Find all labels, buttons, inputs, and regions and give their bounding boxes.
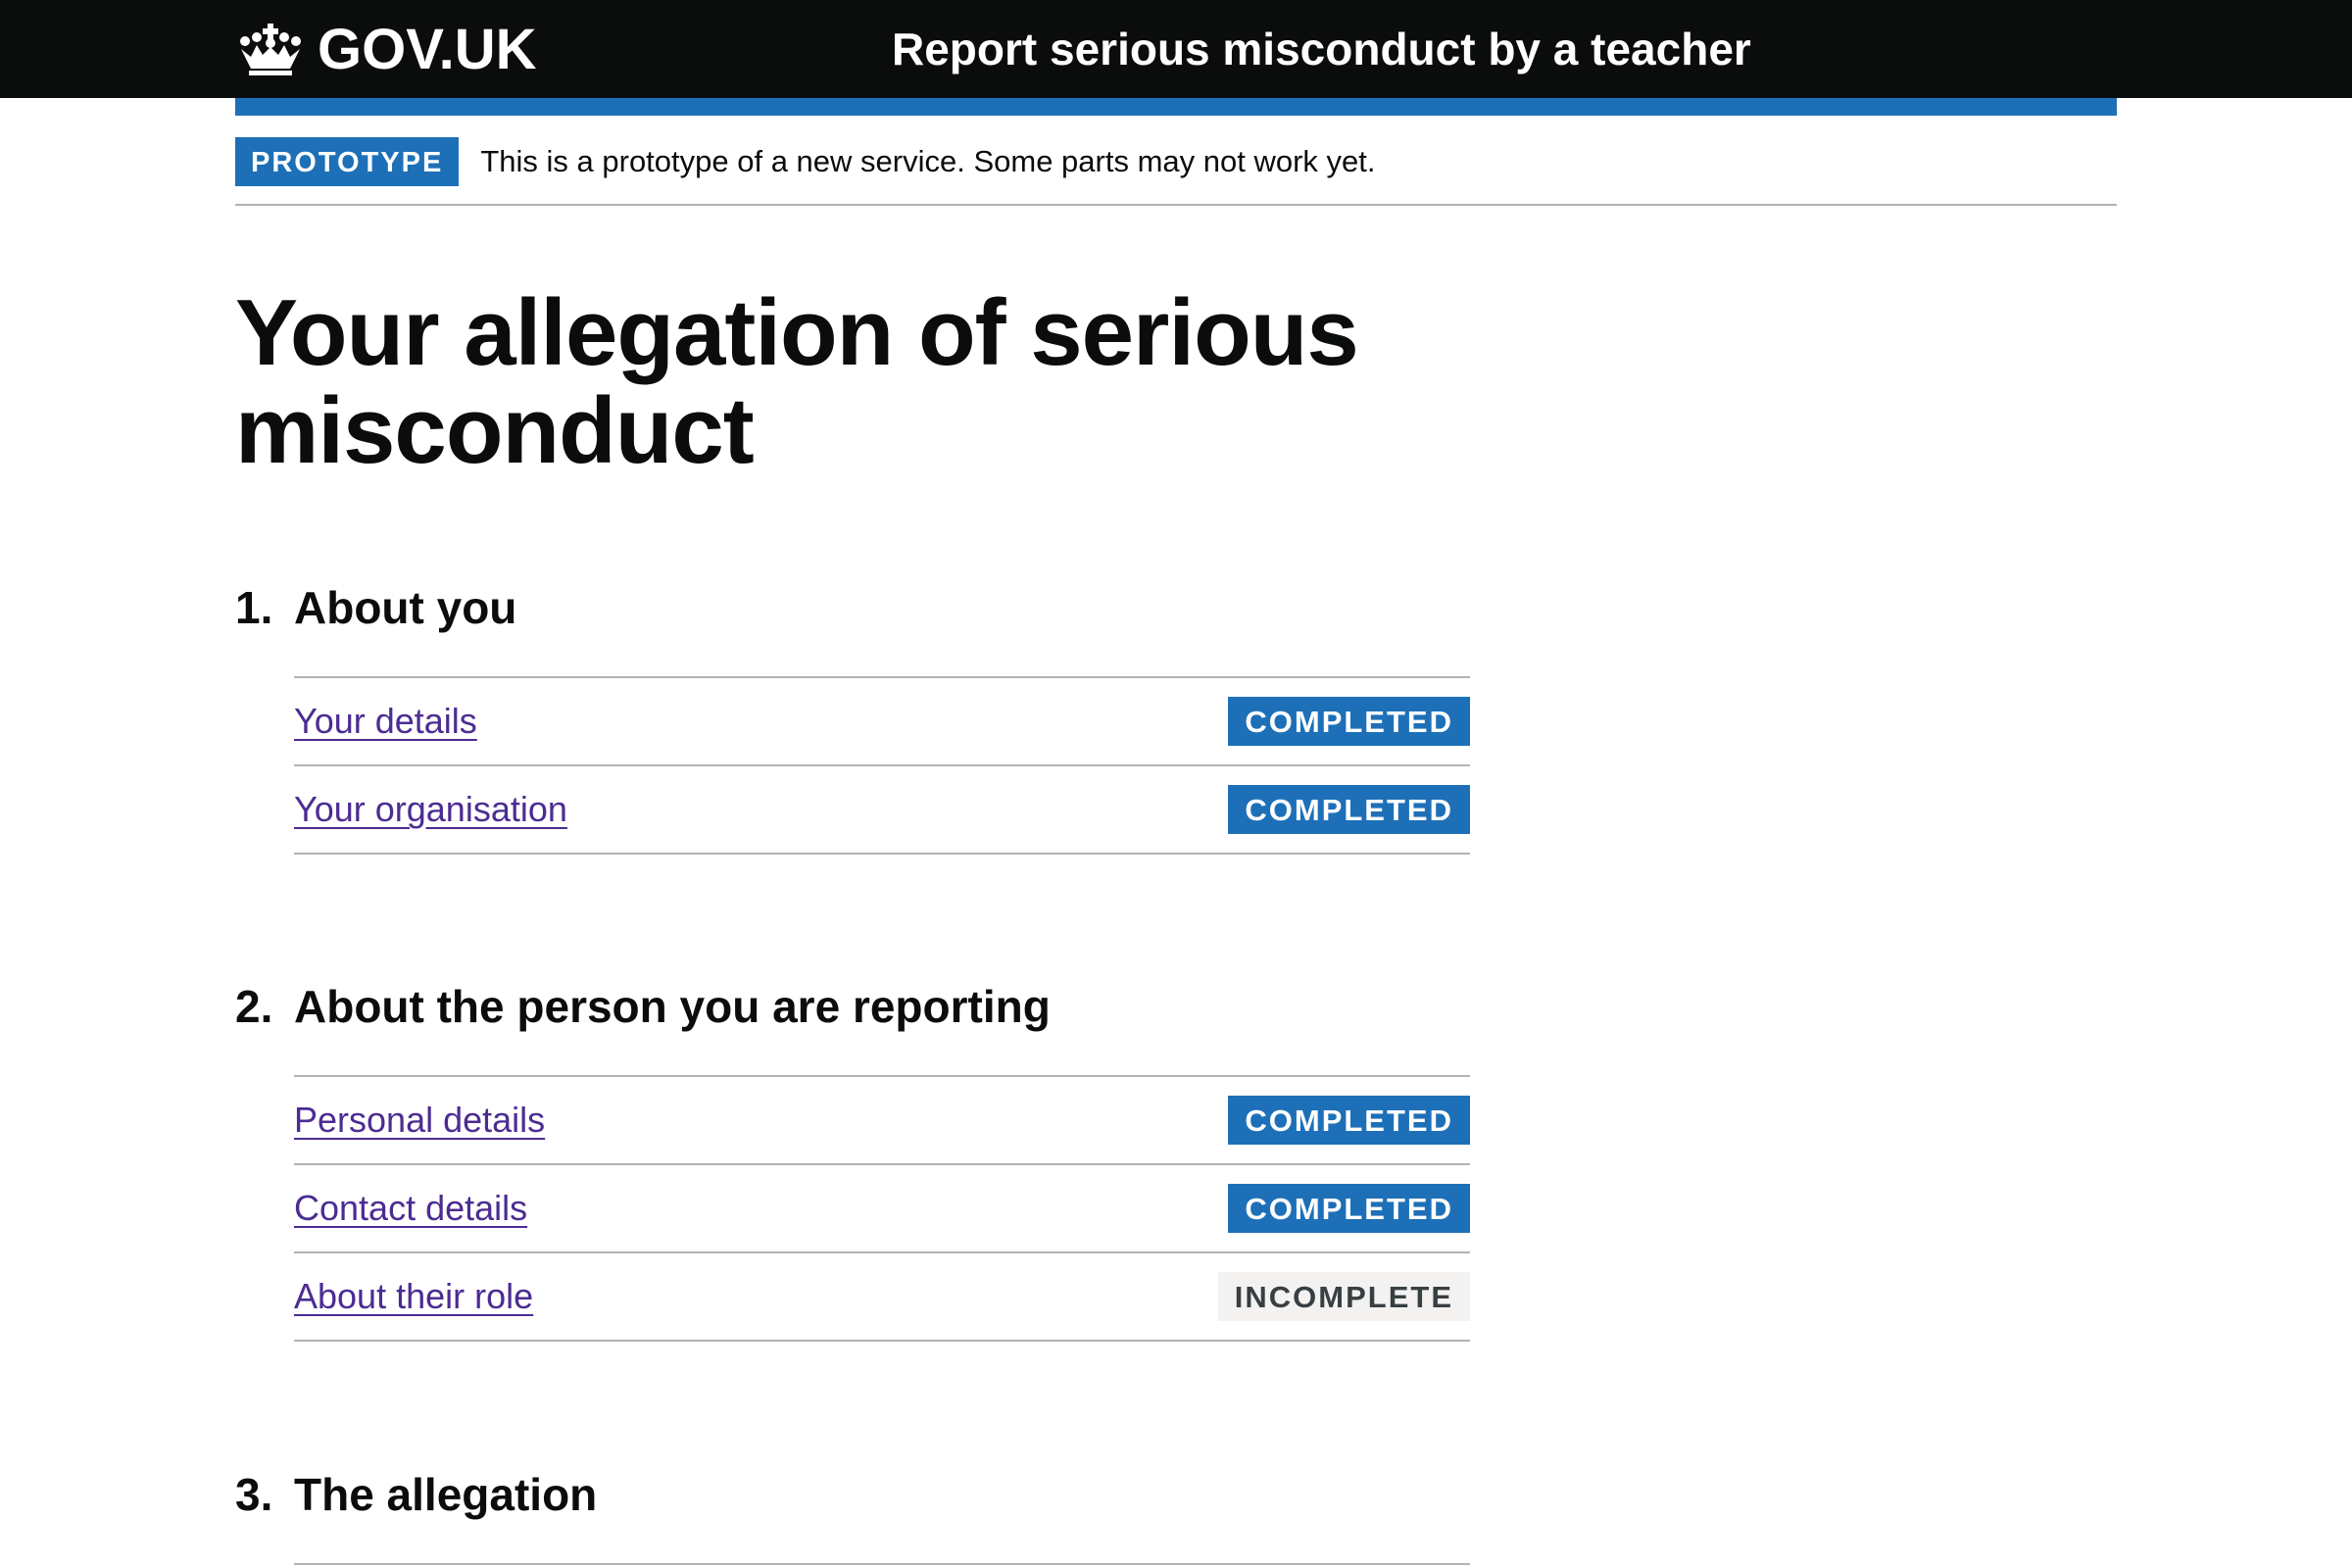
site-header: GOV.UK Report serious misconduct by a te… — [0, 0, 2352, 98]
section-about-you: 1. About you Your details COMPLETED Your… — [235, 578, 1470, 855]
section-heading: 1. About you — [235, 578, 1470, 637]
phase-banner: PROTOTYPE This is a prototype of a new s… — [235, 137, 2117, 206]
page-title: Your allegation of serious misconduct — [235, 280, 1359, 483]
task-link-your-organisation[interactable]: Your organisation — [294, 789, 567, 830]
section-heading: 3. The allegation — [235, 1465, 1470, 1524]
section-number: 1. — [235, 582, 273, 633]
section-title: About the person you are reporting — [294, 981, 1051, 1032]
govuk-logo-link[interactable]: GOV.UK — [235, 17, 537, 81]
task-link-about-their-role[interactable]: About their role — [294, 1276, 533, 1317]
header-blue-bar — [235, 98, 2117, 116]
phase-banner-text: This is a prototype of a new service. So… — [480, 144, 1376, 178]
status-tag: COMPLETED — [1228, 785, 1470, 834]
status-tag: INCOMPLETE — [1217, 1272, 1470, 1321]
section-number: 2. — [235, 981, 273, 1032]
task-row: About their role INCOMPLETE — [294, 1253, 1470, 1342]
task-list: Your details COMPLETED Your organisation… — [294, 676, 1470, 855]
task-list — [294, 1563, 1470, 1565]
service-name-link[interactable]: Report serious misconduct by a teacher — [892, 20, 1751, 78]
section-about-person: 2. About the person you are reporting Pe… — [235, 977, 1470, 1342]
task-link-contact-details[interactable]: Contact details — [294, 1188, 527, 1229]
status-tag: COMPLETED — [1228, 1096, 1470, 1145]
task-row: Personal details COMPLETED — [294, 1077, 1470, 1165]
section-the-allegation: 3. The allegation — [235, 1465, 1470, 1565]
section-number: 3. — [235, 1469, 273, 1520]
status-tag: COMPLETED — [1228, 697, 1470, 746]
task-row: Contact details COMPLETED — [294, 1165, 1470, 1253]
section-heading: 2. About the person you are reporting — [235, 977, 1470, 1036]
crown-icon — [240, 24, 301, 75]
task-link-your-details[interactable]: Your details — [294, 701, 477, 742]
task-row: Your organisation COMPLETED — [294, 766, 1470, 855]
logo-text: GOV.UK — [318, 17, 537, 81]
status-tag: COMPLETED — [1228, 1184, 1470, 1233]
phase-tag: PROTOTYPE — [235, 137, 460, 186]
section-title: About you — [294, 582, 517, 633]
task-link-personal-details[interactable]: Personal details — [294, 1100, 545, 1141]
task-list: Personal details COMPLETED Contact detai… — [294, 1075, 1470, 1342]
section-title: The allegation — [294, 1469, 598, 1520]
task-row: Your details COMPLETED — [294, 678, 1470, 766]
